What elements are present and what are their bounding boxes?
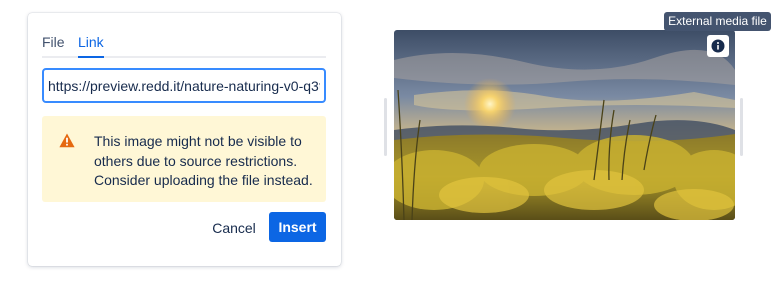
url-input[interactable] bbox=[42, 68, 326, 103]
media-preview-image[interactable] bbox=[394, 30, 735, 220]
landscape-image bbox=[394, 30, 735, 220]
resize-handle-right[interactable] bbox=[740, 98, 743, 156]
warning-banner: This image might not be visible to other… bbox=[42, 116, 326, 202]
resize-handle-left[interactable] bbox=[384, 98, 387, 156]
cancel-button[interactable]: Cancel bbox=[204, 213, 264, 243]
insert-media-popup: File Link This image might not be visibl… bbox=[28, 13, 341, 266]
tab-file[interactable]: File bbox=[42, 34, 65, 56]
info-button[interactable] bbox=[707, 35, 729, 57]
external-media-tooltip: External media file bbox=[664, 12, 771, 31]
tab-bar: File Link bbox=[42, 34, 326, 58]
warning-message: This image might not be visible to other… bbox=[94, 133, 313, 188]
warning-icon bbox=[59, 133, 75, 148]
insert-button[interactable]: Insert bbox=[269, 212, 326, 242]
info-icon bbox=[711, 39, 725, 53]
tab-link[interactable]: Link bbox=[78, 34, 104, 58]
